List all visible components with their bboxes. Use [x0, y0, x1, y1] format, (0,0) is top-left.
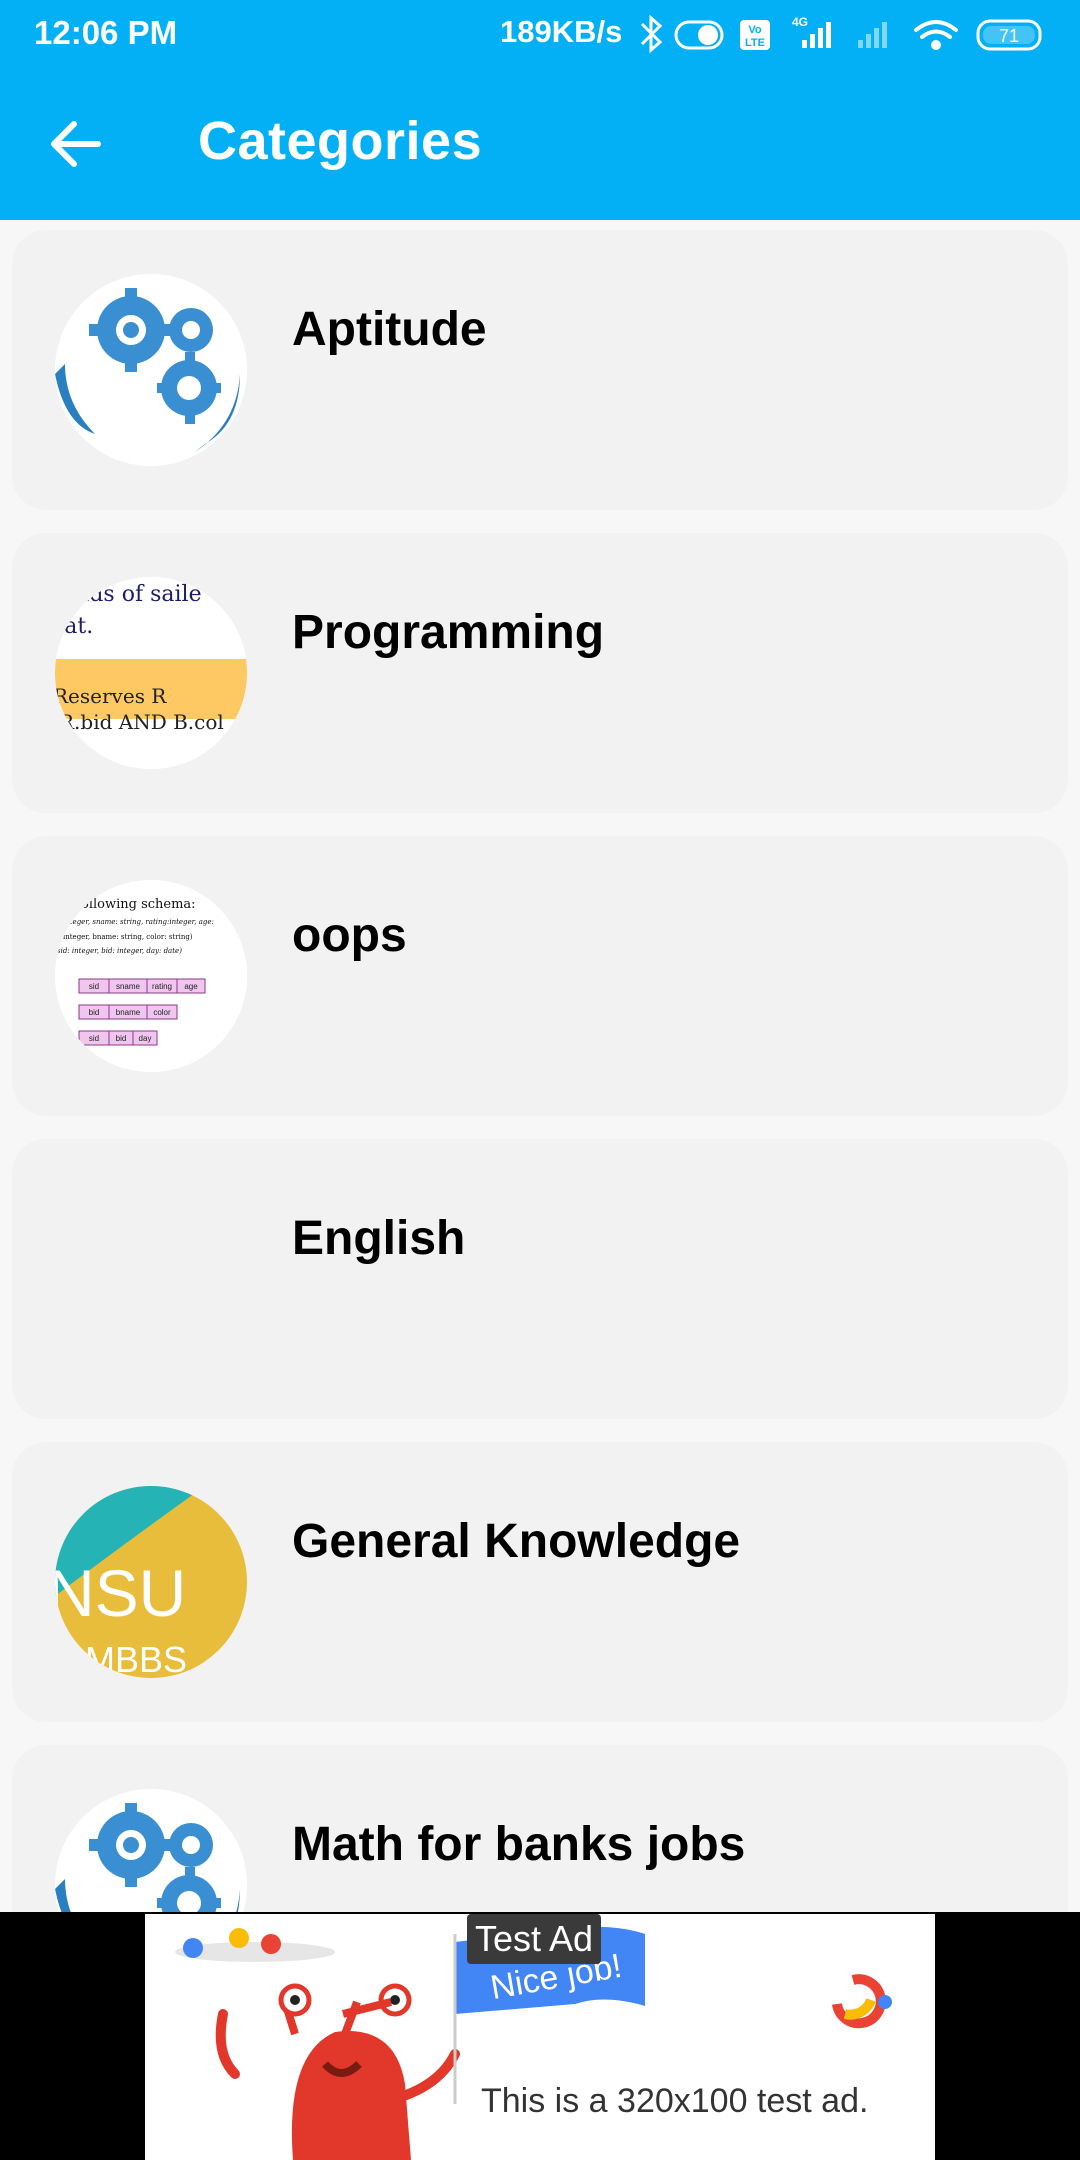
category-label: Math for banks jobs — [292, 1818, 746, 1871]
svg-text:bid: bid — [116, 1034, 127, 1043]
ad-banner[interactable]: Nice job! Test Ad This is a 320x100 test… — [0, 1912, 1080, 2160]
svg-text:4G: 4G — [792, 15, 808, 29]
category-card-general-knowledge[interactable]: NSU . MBBS General Knowledge — [12, 1442, 1068, 1722]
svg-text:NSU: NSU — [55, 1556, 186, 1630]
category-label: Programming — [292, 606, 605, 659]
signal-icon: 4G — [792, 15, 831, 48]
category-label: General Knowledge — [292, 1515, 741, 1568]
page-title: Categories — [198, 111, 483, 171]
category-thumbnail: ollowing schema: integer, sname: string,… — [55, 880, 247, 1072]
category-thumbnail — [55, 274, 247, 466]
category-card-aptitude[interactable]: Aptitude — [12, 230, 1068, 510]
svg-text:bid: bid — [89, 1008, 100, 1017]
consult-logo-image: NSU . MBBS — [55, 1486, 247, 1678]
svg-text:R.bid AND B.col: R.bid AND B.col — [59, 710, 224, 734]
category-card-oops[interactable]: ollowing schema: integer, sname: string,… — [12, 836, 1068, 1116]
svg-text:e sids of saile: e sids of saile — [55, 582, 202, 607]
svg-text:Vo: Vo — [748, 24, 762, 36]
category-card-math-for-banks-jobs[interactable]: Math for banks jobs — [12, 1745, 1068, 1912]
schema-image: ollowing schema: integer, sname: string,… — [55, 880, 247, 1072]
volte-icon: Vo LTE — [740, 20, 770, 50]
battery-icon: 71 — [976, 19, 1042, 51]
category-label: English — [292, 1212, 466, 1265]
svg-text:. MBBS: . MBBS — [65, 1639, 187, 1678]
back-button[interactable] — [40, 108, 112, 180]
svg-text:integer, bname: string, color:: integer, bname: string, color: string) — [63, 933, 193, 941]
svg-text:71: 71 — [999, 26, 1019, 46]
svg-text:age: age — [184, 982, 198, 991]
svg-text:sid: integer, bid: integer, da: sid: integer, bid: integer, day: date) — [57, 947, 182, 955]
category-card-programming[interactable]: e sids of saile oat. Reserves R R.bid AN… — [12, 533, 1068, 813]
category-card-english[interactable]: English — [12, 1139, 1068, 1419]
svg-text:bname: bname — [116, 1008, 141, 1017]
gears-icon — [55, 274, 247, 466]
sql-snippet-image: e sids of saile oat. Reserves R R.bid AN… — [55, 577, 247, 769]
svg-text:sid: sid — [89, 982, 99, 991]
ad-description: This is a 320x100 test ad. — [481, 2082, 869, 2120]
svg-text:Reserves R: Reserves R — [55, 684, 167, 708]
status-bar: 12:06 PM 189KB/s Vo LTE 4G 71 — [0, 0, 1080, 68]
toggle-icon — [674, 20, 724, 50]
svg-text:integer, sname: string, rating: integer, sname: string, rating:integer, … — [63, 918, 214, 926]
svg-text:sname: sname — [116, 982, 141, 991]
status-network-speed: 189KB/s — [500, 14, 623, 49]
ad-content[interactable]: Nice job! Test Ad This is a 320x100 test… — [145, 1914, 935, 2160]
category-thumbnail: NSU . MBBS — [55, 1486, 247, 1678]
svg-text:oat.: oat. — [55, 614, 93, 639]
gears-icon — [55, 1789, 247, 1912]
category-thumbnail — [55, 1789, 247, 1912]
wifi-icon — [914, 20, 958, 50]
arrow-left-icon — [51, 121, 101, 167]
status-time: 12:06 PM — [34, 14, 178, 51]
app-bar: Categories — [0, 68, 1080, 220]
status-icons: Vo LTE 4G 71 — [640, 14, 1042, 54]
category-label: oops — [292, 909, 407, 962]
svg-text:ollowing schema:: ollowing schema: — [81, 897, 196, 912]
category-label: Aptitude — [292, 303, 487, 356]
category-thumbnail: e sids of saile oat. Reserves R R.bid AN… — [55, 577, 247, 769]
category-list[interactable]: Aptitude e sids of saile oat. Reserves R… — [0, 220, 1080, 1912]
svg-text:sid: sid — [89, 1034, 99, 1043]
svg-text:color: color — [153, 1008, 171, 1017]
svg-text:rating: rating — [152, 982, 172, 991]
bluetooth-icon — [640, 14, 663, 54]
svg-text:LTE: LTE — [745, 37, 765, 49]
signal-weak-icon — [858, 22, 887, 48]
test-ad-badge: Test Ad — [467, 1914, 602, 1964]
svg-text:day: day — [139, 1034, 152, 1043]
